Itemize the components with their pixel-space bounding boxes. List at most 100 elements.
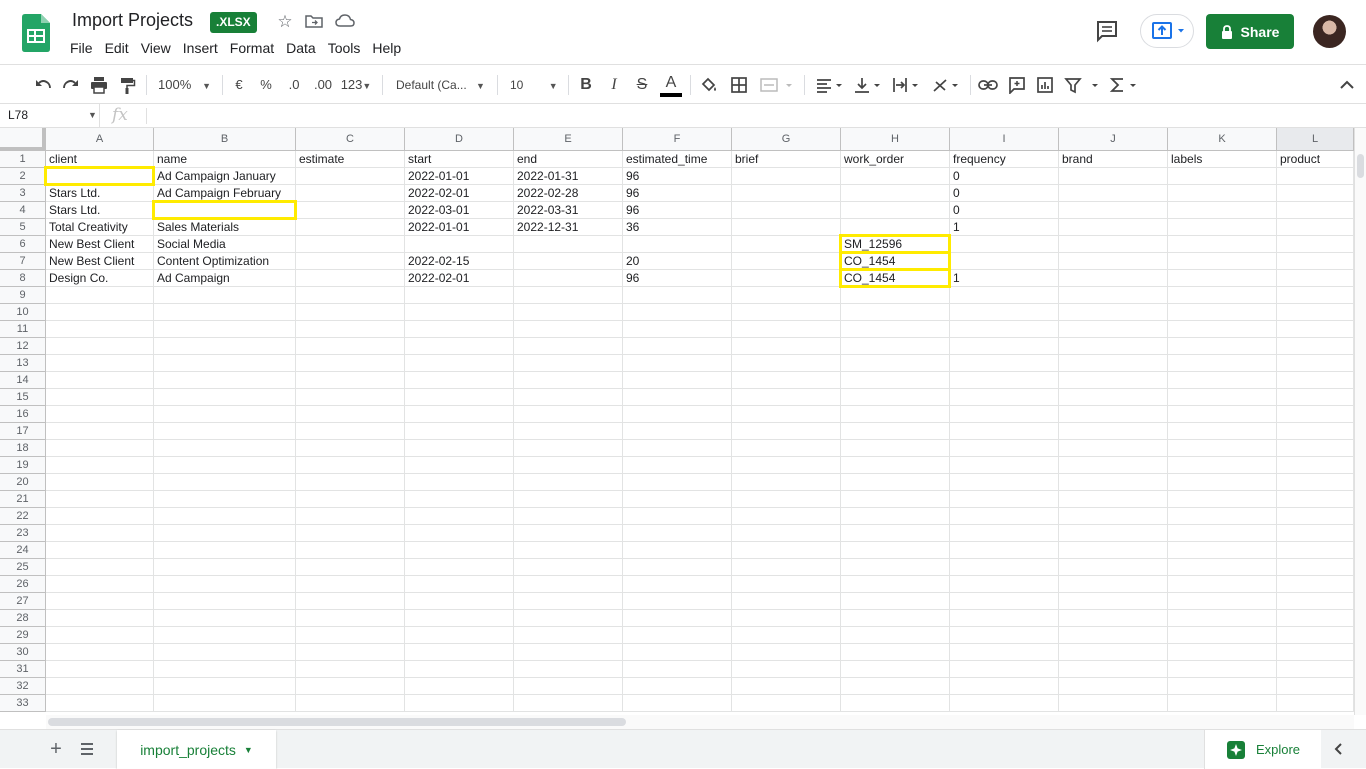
filter-icon[interactable] xyxy=(1062,73,1102,97)
cell-i3[interactable]: 0 xyxy=(950,185,1059,202)
column-header-l[interactable]: L xyxy=(1277,128,1354,151)
cell-a16[interactable] xyxy=(46,406,154,423)
cell-h8[interactable]: CO_1454 xyxy=(841,270,950,287)
document-title[interactable]: Import Projects xyxy=(72,10,193,31)
cell-k28[interactable] xyxy=(1168,610,1277,627)
cell-d7[interactable]: 2022-02-15 xyxy=(405,253,514,270)
cell-e1[interactable]: end xyxy=(514,151,623,168)
vertical-align-icon[interactable] xyxy=(852,73,884,97)
cell-b5[interactable]: Sales Materials xyxy=(154,219,296,236)
cell-d2[interactable]: 2022-01-01 xyxy=(405,168,514,185)
cell-g2[interactable] xyxy=(732,168,841,185)
functions-icon[interactable] xyxy=(1108,73,1140,97)
cell-e23[interactable] xyxy=(514,525,623,542)
row-header[interactable]: 2 xyxy=(0,168,46,185)
row-header[interactable]: 9 xyxy=(0,287,46,304)
cell-i12[interactable] xyxy=(950,338,1059,355)
cell-g4[interactable] xyxy=(732,202,841,219)
cell-g30[interactable] xyxy=(732,644,841,661)
cell-e19[interactable] xyxy=(514,457,623,474)
cell-h32[interactable] xyxy=(841,678,950,695)
strikethrough-button[interactable]: S xyxy=(632,73,652,97)
cell-i19[interactable] xyxy=(950,457,1059,474)
row-header[interactable]: 3 xyxy=(0,185,46,202)
cell-f6[interactable] xyxy=(623,236,732,253)
cell-l10[interactable] xyxy=(1277,304,1354,321)
cell-j15[interactable] xyxy=(1059,389,1168,406)
currency-format-button[interactable]: € xyxy=(230,73,248,97)
cell-l14[interactable] xyxy=(1277,372,1354,389)
cell-h23[interactable] xyxy=(841,525,950,542)
cell-a6[interactable]: New Best Client xyxy=(46,236,154,253)
cell-f2[interactable]: 96 xyxy=(623,168,732,185)
cell-e7[interactable] xyxy=(514,253,623,270)
cell-c27[interactable] xyxy=(296,593,405,610)
cell-l32[interactable] xyxy=(1277,678,1354,695)
row-header[interactable]: 16 xyxy=(0,406,46,423)
cell-h22[interactable] xyxy=(841,508,950,525)
cell-i16[interactable] xyxy=(950,406,1059,423)
cell-d17[interactable] xyxy=(405,423,514,440)
cell-k7[interactable] xyxy=(1168,253,1277,270)
row-header[interactable]: 31 xyxy=(0,661,46,678)
cell-c7[interactable] xyxy=(296,253,405,270)
cell-l29[interactable] xyxy=(1277,627,1354,644)
cell-e25[interactable] xyxy=(514,559,623,576)
cell-e8[interactable] xyxy=(514,270,623,287)
cell-j19[interactable] xyxy=(1059,457,1168,474)
select-all-corner[interactable] xyxy=(0,128,46,151)
cell-f26[interactable] xyxy=(623,576,732,593)
cell-i11[interactable] xyxy=(950,321,1059,338)
cell-k5[interactable] xyxy=(1168,219,1277,236)
cell-j32[interactable] xyxy=(1059,678,1168,695)
cell-f7[interactable]: 20 xyxy=(623,253,732,270)
row-header[interactable]: 19 xyxy=(0,457,46,474)
cell-g33[interactable] xyxy=(732,695,841,712)
more-formats-button[interactable]: 123▼ xyxy=(340,73,372,97)
cell-b28[interactable] xyxy=(154,610,296,627)
cell-i29[interactable] xyxy=(950,627,1059,644)
cell-b15[interactable] xyxy=(154,389,296,406)
cell-k22[interactable] xyxy=(1168,508,1277,525)
cell-a9[interactable] xyxy=(46,287,154,304)
cell-b21[interactable] xyxy=(154,491,296,508)
cell-a25[interactable] xyxy=(46,559,154,576)
cell-g3[interactable] xyxy=(732,185,841,202)
column-header-g[interactable]: G xyxy=(732,128,841,151)
cell-c5[interactable] xyxy=(296,219,405,236)
cell-l11[interactable] xyxy=(1277,321,1354,338)
cell-h7[interactable]: CO_1454 xyxy=(841,253,950,270)
cell-h3[interactable] xyxy=(841,185,950,202)
cell-k4[interactable] xyxy=(1168,202,1277,219)
column-header-i[interactable]: I xyxy=(950,128,1059,151)
cell-a19[interactable] xyxy=(46,457,154,474)
cell-d32[interactable] xyxy=(405,678,514,695)
insert-chart-icon[interactable] xyxy=(1034,73,1056,97)
cell-g31[interactable] xyxy=(732,661,841,678)
bold-button[interactable]: B xyxy=(576,73,596,97)
cell-f30[interactable] xyxy=(623,644,732,661)
cell-j14[interactable] xyxy=(1059,372,1168,389)
cell-g24[interactable] xyxy=(732,542,841,559)
cell-b19[interactable] xyxy=(154,457,296,474)
star-icon[interactable]: ☆ xyxy=(275,12,295,32)
cell-l30[interactable] xyxy=(1277,644,1354,661)
cell-d5[interactable]: 2022-01-01 xyxy=(405,219,514,236)
row-header[interactable]: 30 xyxy=(0,644,46,661)
row-header[interactable]: 26 xyxy=(0,576,46,593)
cell-l12[interactable] xyxy=(1277,338,1354,355)
cell-c29[interactable] xyxy=(296,627,405,644)
cell-b32[interactable] xyxy=(154,678,296,695)
cell-e30[interactable] xyxy=(514,644,623,661)
cell-j7[interactable] xyxy=(1059,253,1168,270)
cell-i6[interactable] xyxy=(950,236,1059,253)
cell-c21[interactable] xyxy=(296,491,405,508)
row-header[interactable]: 12 xyxy=(0,338,46,355)
menu-tools[interactable]: Tools xyxy=(322,38,367,58)
cell-a5[interactable]: Total Creativity xyxy=(46,219,154,236)
cell-d25[interactable] xyxy=(405,559,514,576)
cell-k11[interactable] xyxy=(1168,321,1277,338)
cell-l2[interactable] xyxy=(1277,168,1354,185)
column-header-j[interactable]: J xyxy=(1059,128,1168,151)
cell-h16[interactable] xyxy=(841,406,950,423)
